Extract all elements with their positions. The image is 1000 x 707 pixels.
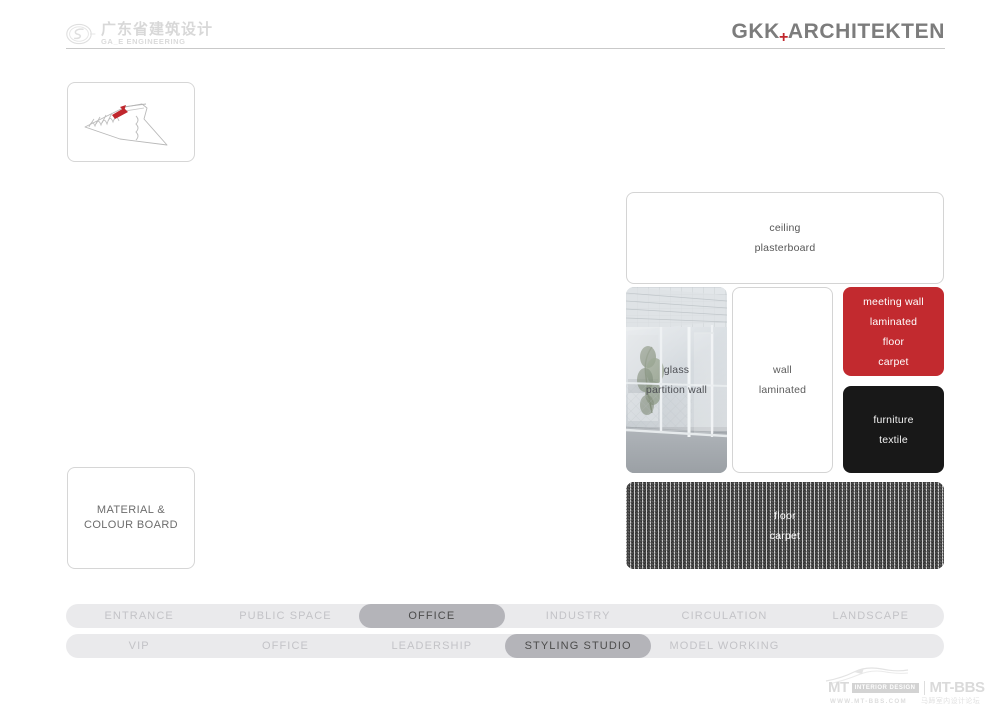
sample-ceiling-line2: plasterboard (754, 242, 816, 254)
sample-floor-carpet[interactable]: floor carpet (626, 482, 944, 569)
nav-item-styling-studio[interactable]: STYLING STUDIO (504, 634, 652, 658)
sample-meeting-line3: floor (882, 335, 905, 348)
architect-logo: GKK + ARCHITEKTEN (731, 20, 945, 46)
nav-item-public-space[interactable]: PUBLIC SPACE (212, 604, 358, 628)
sample-furniture-textile[interactable]: furniture textile (843, 386, 944, 473)
sample-ceiling-line1: ceiling (769, 222, 801, 234)
nav-item-office[interactable]: OFFICE (212, 634, 358, 658)
sample-meeting-wall-laminated[interactable]: meeting wall laminated floor carpet (843, 287, 944, 376)
client-logo-chinese-text: 广东省建筑设计 (101, 20, 214, 39)
page-header: 广东省建筑设计 GA_E ENGINEERING GKK + ARCHITEKT… (0, 0, 1000, 52)
nav-item-model-working[interactable]: MODEL WORKING (651, 634, 797, 658)
site-plan-thumbnail[interactable] (67, 82, 195, 162)
nav-item-industry[interactable]: INDUSTRY (505, 604, 651, 628)
sample-glass-line1: glass (663, 364, 690, 376)
watermark-chinese-text: 马蹄室内设计论坛 (920, 697, 981, 705)
nav-item-leadership[interactable]: LEADERSHIP (359, 634, 505, 658)
watermark-url: WWW.MT-BBS.COM (830, 697, 907, 705)
material-colour-board-label: MATERIAL & COLOUR BOARD (67, 467, 195, 569)
sample-floor-line1: floor (774, 509, 796, 522)
client-logo-english-text: GA_E ENGINEERING (101, 37, 186, 47)
sample-wall-line2: laminated (758, 384, 807, 396)
watermark-bbs-text: MT-BBS (929, 679, 986, 696)
nav-item-circulation[interactable]: CIRCULATION (651, 604, 797, 628)
nav-item-landscape[interactable]: LANDSCAPE (798, 604, 944, 628)
material-board-line2: COLOUR BOARD (83, 519, 179, 531)
watermark-divider (923, 680, 925, 695)
sample-meeting-line1: meeting wall (863, 295, 924, 308)
architect-logo-gkk: GKK (731, 20, 780, 43)
header-divider (66, 48, 945, 49)
sample-furniture-line2: textile (879, 433, 908, 446)
architect-logo-plus-icon: + (778, 29, 789, 46)
sample-ceiling[interactable]: ceiling plasterboard (626, 192, 944, 284)
sample-meeting-line4: carpet (878, 355, 909, 368)
client-logo: 广东省建筑设计 GA_E ENGINEERING (66, 20, 266, 48)
watermark-mt-text: MT (828, 679, 849, 696)
sample-floor-line2: carpet (769, 529, 801, 542)
nav-item-office[interactable]: OFFICE (358, 604, 505, 628)
nav-item-entrance[interactable]: ENTRANCE (66, 604, 212, 628)
sample-glass-partition-wall[interactable]: glass partition wall (626, 287, 727, 473)
sample-furniture-line1: furniture (873, 413, 914, 426)
sample-wall-laminated[interactable]: wall laminated (732, 287, 833, 473)
nav-item-vip[interactable]: VIP (66, 634, 212, 658)
watermark-badge: INTERIOR DESIGN (851, 682, 919, 693)
sample-glass-line2: partition wall (645, 384, 708, 396)
sample-wall-line1: wall (773, 364, 792, 376)
architect-logo-architekten: ARCHITEKTEN (787, 20, 945, 43)
site-plan-sketch-icon (84, 103, 168, 146)
sample-meeting-line2: laminated (869, 315, 918, 328)
primary-category-nav[interactable]: ENTRANCE PUBLIC SPACE OFFICE INDUSTRY CIRCUL… (66, 604, 944, 628)
material-board-line1: MATERIAL & (96, 504, 166, 516)
client-logo-mark (66, 23, 96, 45)
forum-watermark: MT INTERIOR DESIGN MT-BBS WWW.MT-BBS.COM… (822, 666, 994, 705)
secondary-category-nav[interactable]: VIP OFFICE LEADERSHIP STYLING STUDIO MODEL W… (66, 634, 944, 658)
